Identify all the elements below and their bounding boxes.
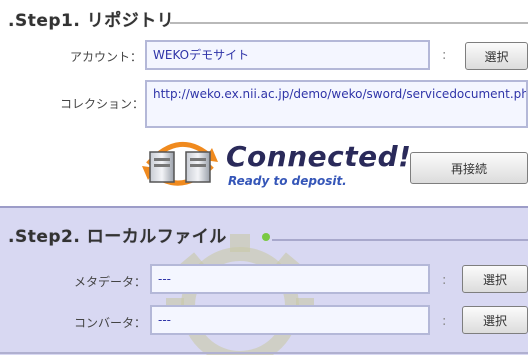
step2-status-dot-icon <box>262 233 270 241</box>
account-separator: : <box>442 48 447 63</box>
converter-separator: : <box>442 314 447 329</box>
account-select-button[interactable]: 選択 <box>465 42 528 70</box>
metadata-field[interactable]: --- <box>150 264 430 294</box>
ready-to-deposit-text: Ready to deposit. <box>228 174 347 188</box>
step2-top-border <box>0 206 528 208</box>
converter-label: コンバータ： <box>73 316 146 330</box>
converter-select-button[interactable]: 選択 <box>462 306 528 334</box>
account-label: アカウント： <box>69 50 142 64</box>
bottom-border <box>0 352 528 354</box>
converter-field[interactable]: --- <box>150 305 430 335</box>
servers-connected-icon <box>140 134 220 190</box>
metadata-select-button[interactable]: 選択 <box>462 265 528 293</box>
step2-divider <box>272 239 528 241</box>
step2-title: .Step2. ローカルファイル <box>8 227 227 247</box>
step1-title: .Step1. リポジトリ <box>8 11 175 31</box>
account-field[interactable]: WEKOデモサイト <box>145 40 430 70</box>
metadata-separator: : <box>442 273 447 288</box>
collection-label: コレクション： <box>59 97 144 111</box>
reconnect-button[interactable]: 再接続 <box>410 152 528 184</box>
metadata-label: メタデータ： <box>73 275 146 289</box>
step1-divider <box>170 22 528 24</box>
collection-field[interactable]: http://weko.ex.nii.ac.jp/demo/weko/sword… <box>145 80 528 128</box>
connected-status-text: Connected! <box>226 140 412 173</box>
